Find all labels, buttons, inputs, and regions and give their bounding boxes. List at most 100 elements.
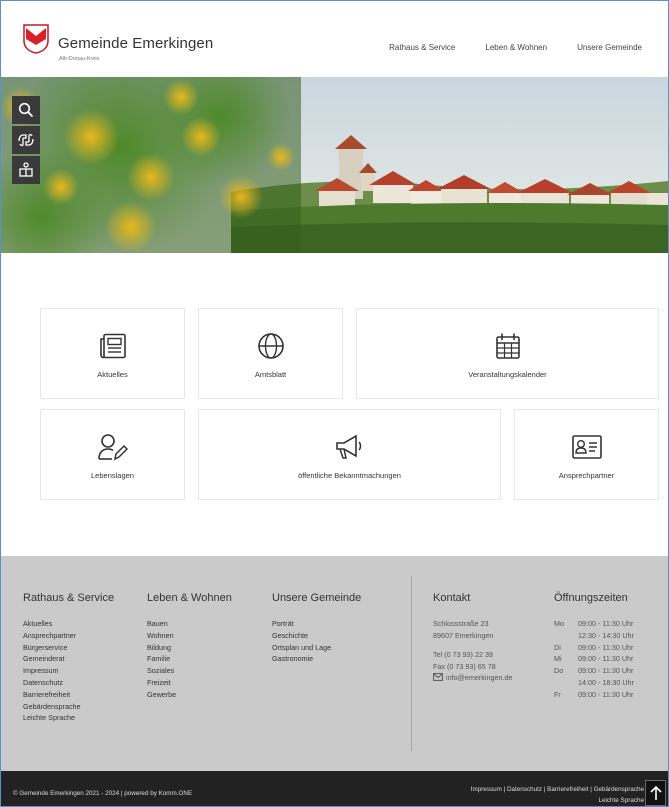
footer-link[interactable]: Leichte Sprache [23,712,114,724]
footer-link[interactable]: Bürgerservice [23,642,114,654]
search-button[interactable] [12,96,40,124]
footer-link[interactable]: Freizeit [147,677,232,689]
sign-language-button[interactable] [12,126,40,154]
arrow-up-icon [649,785,662,800]
main-navigation: Rathaus & Service Leben & Wohnen Unsere … [389,43,642,52]
tile-ansprechpartner[interactable]: Ansprechpartner [514,409,659,500]
footer-link[interactable]: Barrierefreiheit [23,689,114,701]
footer-link[interactable]: Gemeinderat [23,653,114,665]
tile-label: Lebenslagen [91,471,134,480]
footer-heading: Unsere Gemeinde [272,592,362,604]
site-header: Gemeinde Emerkingen Alb-Donau-Kreis Rath… [1,1,668,77]
tile-amtsblatt[interactable]: Amtsblatt [198,308,343,399]
contact-fax: Fax (0 73 93) 65 78 [433,661,496,671]
hours-time: 09:00 - 11:30 Uhr [578,619,634,628]
tile-bekanntmachungen[interactable]: öffentliche Bekanntmachungen [198,409,501,500]
footer-link-list: Porträt Geschichte Ortsplan und Lage Gastro… [272,618,361,665]
mail-icon [433,673,443,682]
easy-language-button[interactable] [12,156,40,184]
hours-day: Di [554,642,561,652]
newspaper-icon [99,333,126,359]
hours-day: Fr [554,689,561,699]
nav-rathaus-service[interactable]: Rathaus & Service [389,43,455,52]
footer-link[interactable]: Geschichte [272,630,361,642]
footer-col-gemeinde: Unsere Gemeinde Porträt Geschichte Ortspla… [272,592,361,665]
hours-time: 09:00 - 11:30 Uhr [578,689,634,699]
tile-veranstaltungskalender[interactable]: Veranstaltungskalender [356,308,659,399]
footer-heading: Rathaus & Service [23,592,115,604]
contact-email[interactable]: info@emerkingen.de [446,673,512,682]
hours-day: Mo [554,619,564,628]
tile-label: Veranstaltungskalender [468,370,547,379]
footer-link[interactable]: Bauen [147,618,232,630]
tile-label: Ansprechpartner [558,471,615,480]
opening-hours-list: Mo 09:00 - 11:30 Uhr 12:30 - 14:30 Uhr Di 09… [554,618,634,701]
brand-name[interactable]: Gemeinde Emerkingen [58,35,213,52]
footer-link[interactable]: Soziales [147,665,232,677]
hours-time: 09:00 - 11:30 Uhr [578,654,634,664]
tile-label: Aktuelles [97,370,128,379]
quick-links: Aktuelles Amtsblatt Veranstaltungskalend… [1,253,668,553]
nav-leben-wohnen[interactable]: Leben & Wohnen [485,43,547,52]
sign-language-icon [18,133,34,147]
accessibility-toolbar [12,96,40,184]
footer-link[interactable]: Ansprechpartner [23,630,114,642]
footer-link[interactable]: Impressum [23,665,114,677]
nav-unsere-gemeinde[interactable]: Unsere Gemeinde [577,43,642,52]
tile-aktuelles[interactable]: Aktuelles [40,308,185,399]
hours-row: Do 09:00 - 11:30 Uhr [554,665,634,677]
brand-subtitle: Alb-Donau-Kreis [59,56,100,62]
footer-link[interactable]: Aktuelles [23,618,114,630]
calendar-icon [495,333,520,359]
footer-link[interactable]: Bildung [147,642,232,654]
hours-time: 14:00 - 18:30 Uhr [578,677,634,687]
hours-time: 09:00 - 11:30 Uhr [578,642,634,652]
hours-row: Di 09:00 - 11:30 Uhr [554,642,634,654]
hours-time: 12:30 - 14:30 Uhr [578,630,634,640]
footer-col-rathaus: Rathaus & Service Aktuelles Ansprechpartn… [23,592,114,724]
globe-icon [257,333,284,359]
legal-links-line[interactable]: Leichte Sprache [374,795,644,806]
copyright: © Gemeinde Emerkingen 2021 - 2024 | powe… [13,790,193,797]
coat-of-arms-logo[interactable] [23,24,49,54]
footer-hours: Öffnungszeiten Mo 09:00 - 11:30 Uhr 12:30 … [554,592,634,701]
footer-link[interactable]: Gewerbe [147,689,232,701]
contact-street: Schlossstraße 23 [433,619,489,628]
footer-link[interactable]: Wohnen [147,630,232,642]
footer-heading: Öffnungszeiten [554,592,628,604]
user-edit-icon [97,434,128,461]
hours-row: 12:30 - 14:30 Uhr [554,630,634,642]
hours-time: 09:00 - 11:30 Uhr [578,666,634,676]
hours-day: Do [554,666,564,676]
contact-email-row[interactable]: info@emerkingen.de [433,672,512,684]
footer-link[interactable]: Familie [147,653,232,665]
contact-phone[interactable]: Tel (0 73 93) 22 39 [433,649,512,661]
footer-link-list: Aktuelles Ansprechpartner Bürgerservice Gem… [23,618,114,724]
search-icon [18,102,34,118]
site-footer: Rathaus & Service Aktuelles Ansprechpartn… [1,556,668,771]
bottom-bar: © Gemeinde Emerkingen 2021 - 2024 | powe… [1,771,668,806]
tile-label: öffentliche Bekanntmachungen [298,471,401,480]
hours-day: Mi [554,654,562,664]
footer-col-leben: Leben & Wohnen Bauen Wohnen Bildung Familie… [147,592,232,701]
footer-contact: Kontakt Schlossstraße 23 89607 Emerkinge… [433,592,512,684]
hours-day [554,677,578,689]
legal-links[interactable]: Impressum | Datenschutz | Barrierefreihe… [374,784,644,806]
footer-link-list: Bauen Wohnen Bildung Familie Soziales Freizei… [147,618,232,701]
easy-language-icon [19,162,33,177]
hours-row: Mo 09:00 - 11:30 Uhr [554,618,634,630]
contact-card-icon [571,435,602,459]
footer-link[interactable]: Gastronomie [272,653,361,665]
footer-link[interactable]: Datenschutz [23,677,114,689]
hero-image [1,77,668,253]
back-to-top-button[interactable] [645,780,666,806]
footer-divider [411,576,412,751]
footer-link[interactable]: Porträt [272,618,361,630]
footer-link[interactable]: Ortsplan und Lage [272,642,361,654]
legal-links-line[interactable]: Impressum | Datenschutz | Barrierefreihe… [374,784,644,795]
footer-heading: Leben & Wohnen [147,592,232,604]
hours-row: 14:00 - 18:30 Uhr [554,677,634,689]
hours-day [554,630,578,642]
tile-lebenslagen[interactable]: Lebenslagen [40,409,185,500]
footer-link[interactable]: Gebärdensprache [23,701,114,713]
